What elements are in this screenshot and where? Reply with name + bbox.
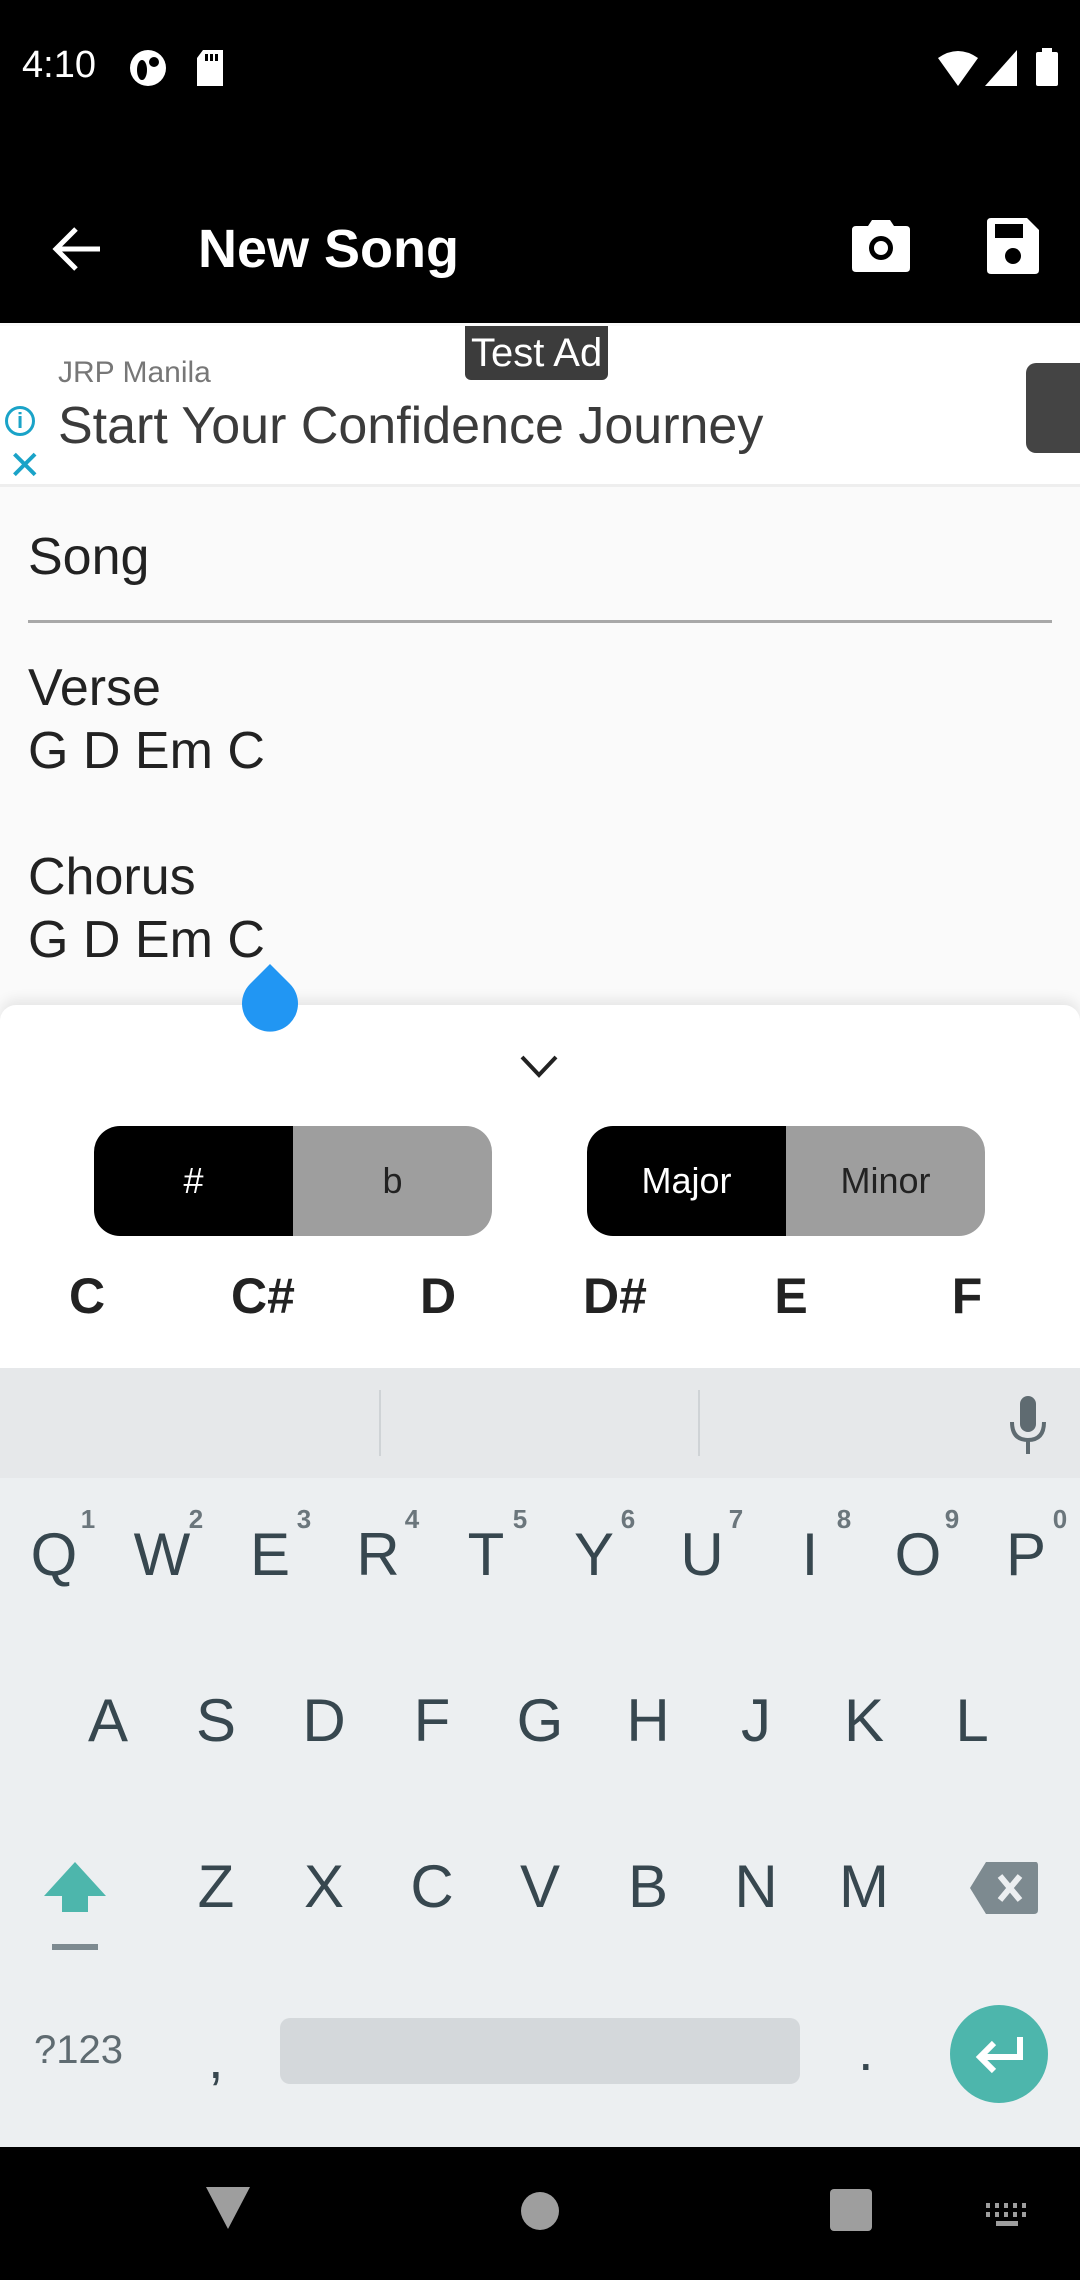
status-bar: 4:10 [0,0,1080,130]
key-hint: 7 [728,1504,744,1534]
key-c[interactable]: C [410,1852,453,1921]
home-circle-icon[interactable] [520,2191,560,2231]
text-cursor-handle[interactable] [240,964,300,1040]
ad-headline[interactable]: Start Your Confidence Journey [58,396,763,456]
key-m[interactable]: M [839,1852,889,1921]
sd-card-icon [197,50,223,86]
key-hint: 2 [188,1504,204,1534]
key-hint: 4 [404,1504,420,1534]
key-e[interactable]: E [250,1520,290,1589]
notification-app-icon [130,50,166,86]
key-hint: 5 [512,1504,528,1534]
accidental-toggle: # b [94,1126,492,1236]
wifi-icon [938,51,978,86]
key-hint: 6 [620,1504,636,1534]
note-key[interactable]: F [952,1267,983,1325]
note-key[interactable]: D [420,1267,456,1325]
key-q[interactable]: Q [31,1520,78,1589]
key-y[interactable]: Y [574,1520,614,1589]
soft-keyboard: Q1 W2 E3 R4 T5 Y6 U7 I8 O9 P0 ASDFGH J K L ZXCVBNM ?… [0,1368,1080,2147]
key-w[interactable]: W [134,1520,191,1589]
note-key[interactable]: C [69,1267,105,1325]
microphone-icon[interactable] [1010,1396,1046,1454]
key-hint: 0 [1052,1504,1068,1534]
back-triangle-icon[interactable] [206,2187,250,2231]
navigation-bar [0,2147,1080,2280]
sharp-option[interactable]: # [94,1126,293,1236]
key-hint: 8 [836,1504,852,1534]
app-bar: New Song [0,130,1080,323]
period-key[interactable]: . [858,2018,874,2083]
note-key[interactable]: D# [583,1267,647,1325]
test-ad-badge: Test Ad [465,326,609,380]
key-f[interactable]: F [414,1686,451,1755]
minor-option[interactable]: Minor [786,1126,985,1236]
lyrics-textarea[interactable]: Verse G D Em C Chorus G D Em C [28,657,265,972]
comma-key[interactable]: , [208,2026,224,2091]
key-hint: 3 [296,1504,312,1534]
key-a[interactable]: A [88,1686,128,1755]
quality-toggle: Major Minor [587,1126,985,1236]
key-d[interactable]: D [302,1686,345,1755]
ad-advertiser: JRP Manila [58,356,211,389]
ad-banner[interactable]: Test Ad JRP Manila Start Your Confidence… [0,326,1080,487]
suggestion-divider [379,1390,381,1456]
key-n[interactable]: N [734,1852,777,1921]
space-bar[interactable] [280,2018,800,2084]
key-hint: 1 [80,1504,96,1534]
battery-icon [1036,48,1058,86]
flat-option[interactable]: b [293,1126,492,1236]
recents-square-icon[interactable] [830,2189,872,2231]
backspace-icon[interactable] [970,1862,1038,1914]
key-k[interactable]: K [844,1686,884,1755]
enter-icon [975,2037,1023,2074]
signal-icon [985,50,1017,86]
note-row: C C# D D# E F [0,1267,1080,1347]
symbols-key[interactable]: ?123 [34,2028,123,2073]
suggestion-strip [0,1368,1080,1478]
clock: 4:10 [22,44,96,86]
key-v[interactable]: V [520,1852,560,1921]
key-u[interactable]: U [680,1520,723,1589]
note-key[interactable]: E [774,1267,807,1325]
key-s[interactable]: S [196,1686,236,1755]
key-x[interactable]: X [304,1852,344,1921]
key-z[interactable]: Z [198,1852,235,1921]
key-g[interactable]: G [517,1686,564,1755]
key-t[interactable]: T [468,1520,505,1589]
chevron-down-icon[interactable] [518,1051,560,1081]
chord-panel: # b Major Minor C C# D D# E F [0,1005,1080,1368]
key-i[interactable]: I [802,1520,819,1589]
title-underline [28,620,1052,623]
keyboard-switch-icon[interactable] [986,2203,1028,2227]
save-icon[interactable] [987,218,1039,274]
song-editor: Song Verse G D Em C Chorus G D Em C [0,487,1080,1007]
ad-cta-button[interactable] [1026,363,1080,453]
key-hint: 9 [944,1504,960,1534]
ad-close-icon[interactable]: ✕ [8,446,42,486]
shift-icon[interactable] [42,1860,108,1960]
enter-key[interactable] [950,2005,1048,2103]
key-l[interactable]: L [955,1686,988,1755]
ad-info-icon[interactable]: i [5,406,35,436]
major-option[interactable]: Major [587,1126,786,1236]
arrow-back-icon[interactable] [52,226,102,272]
key-h[interactable]: H [626,1686,669,1755]
key-o[interactable]: O [895,1520,942,1589]
suggestion-divider [698,1390,700,1456]
key-b[interactable]: B [628,1852,668,1921]
key-r[interactable]: R [356,1520,399,1589]
note-key[interactable]: C# [231,1267,295,1325]
key-j[interactable]: J [741,1686,771,1755]
page-title: New Song [198,219,460,279]
key-p[interactable]: P [1006,1520,1046,1589]
camera-icon[interactable] [852,220,910,272]
song-title-field[interactable]: Song [28,527,149,587]
